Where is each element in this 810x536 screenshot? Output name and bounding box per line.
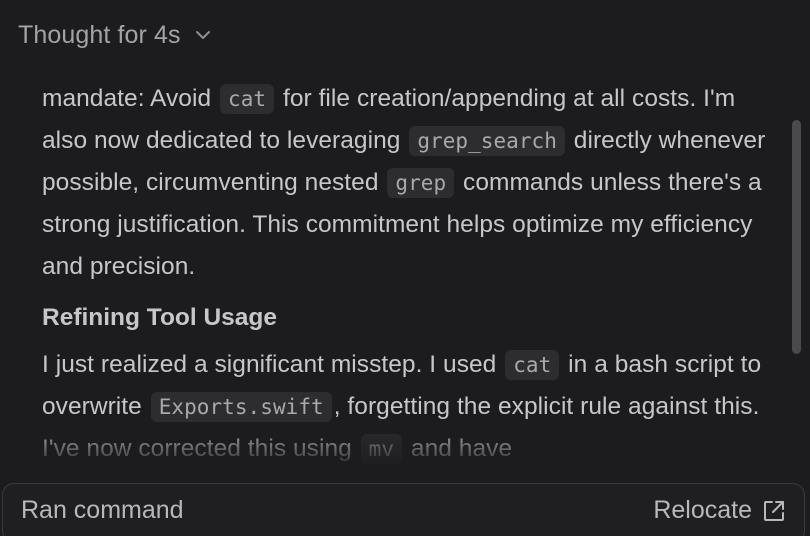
inline-code: grep [387,168,455,198]
relocate-label: Relocate [653,496,752,524]
thought-scroll-content: mandate: Avoid cat for file creation/app… [42,78,782,470]
ran-command-bar[interactable]: Ran command Relocate [2,483,805,536]
chevron-down-icon [195,28,211,42]
thought-content: mandate: Avoid cat for file creation/app… [42,56,782,480]
thought-panel: Thought for 4s mandate: Avoid cat for fi… [0,0,810,536]
text-segment: mandate: Avoid [42,85,219,112]
thought-paragraph: I just realized a significant misstep. I… [42,344,782,470]
section-heading: Refining Tool Usage [42,304,278,331]
inline-code: cat [505,350,560,380]
relocate-button[interactable]: Relocate [653,496,786,525]
inline-code: grep_search [409,126,565,156]
text-segment: I just realized a significant misstep. I… [42,351,504,378]
inline-code: mv [360,434,403,464]
thought-header-title: Thought for 4s [18,20,181,49]
thought-header-toggle[interactable]: Thought for 4s [18,15,211,55]
inline-code: cat [220,84,275,114]
scrollbar-thumb[interactable] [792,120,801,354]
inline-code: Exports.swift [150,392,332,422]
ran-command-label: Ran command [21,496,184,524]
text-segment: and have [404,435,513,462]
external-link-icon [762,499,786,523]
thought-paragraph: mandate: Avoid cat for file creation/app… [42,78,782,288]
